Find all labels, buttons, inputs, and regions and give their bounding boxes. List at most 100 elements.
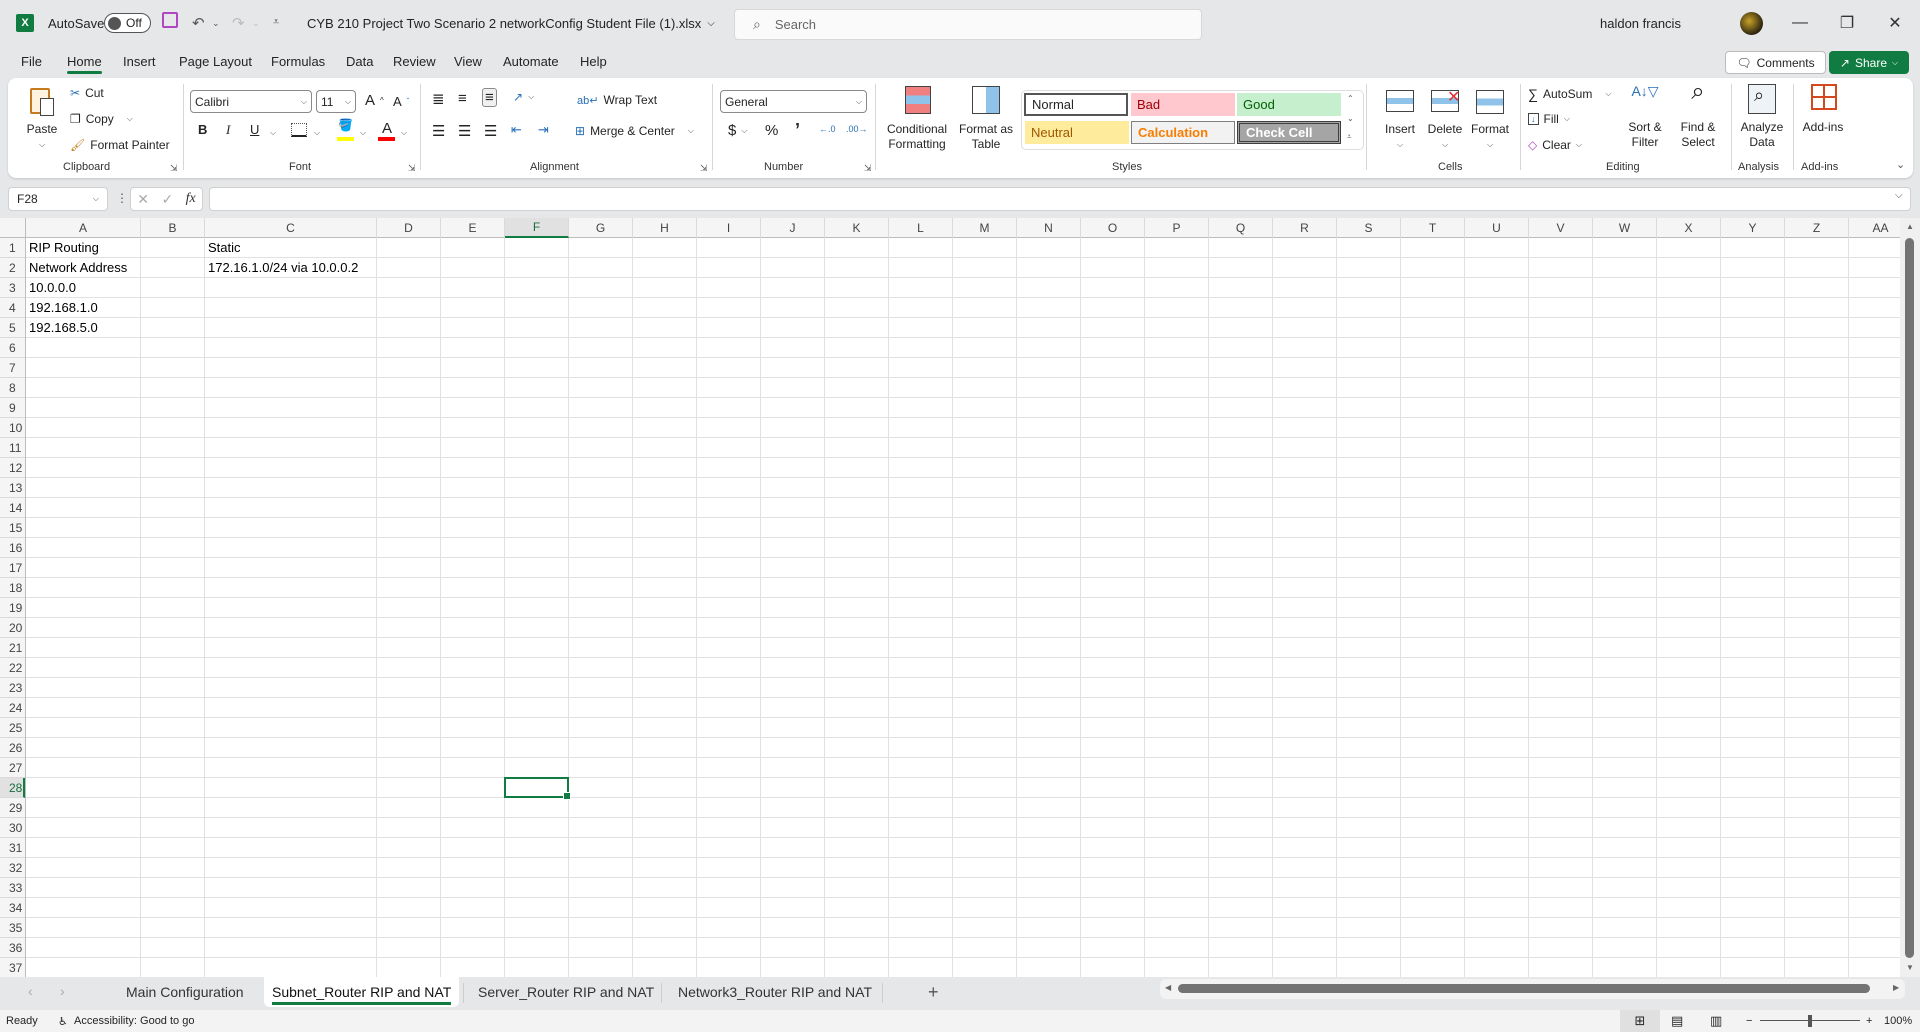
column-header-e[interactable]: E [441, 218, 505, 238]
row-header-7[interactable]: 7 [0, 358, 25, 378]
column-header-t[interactable]: T [1401, 218, 1465, 238]
zoom-out-button[interactable]: − [1746, 1015, 1752, 1027]
style-good[interactable]: Good [1237, 93, 1341, 116]
undo-icon[interactable]: ↶ [192, 14, 205, 32]
cell-a1[interactable]: RIP Routing [26, 238, 99, 258]
dialog-launcher-icon[interactable]: ⇲ [170, 163, 178, 174]
row-header-36[interactable]: 36 [0, 938, 25, 958]
decrease-font-size-button[interactable]: Aˇ [393, 94, 409, 109]
minimize-button[interactable]: — [1777, 0, 1823, 46]
row-header-19[interactable]: 19 [0, 598, 25, 618]
insert-cells-button[interactable]: Insert ⌵ [1378, 86, 1422, 152]
font-name-select[interactable]: Calibri ⌵ [190, 90, 312, 113]
row-header-31[interactable]: 31 [0, 838, 25, 858]
cell-c1[interactable]: Static [205, 238, 241, 258]
row-header-15[interactable]: 15 [0, 518, 25, 538]
font-color-button[interactable]: A [382, 120, 392, 137]
restore-button[interactable]: ❐ [1824, 0, 1870, 46]
middle-align-button[interactable]: ≡ [458, 90, 467, 107]
borders-dropdown-icon[interactable]: ⌵ [314, 128, 320, 138]
row-header-26[interactable]: 26 [0, 738, 25, 758]
tab-view[interactable]: View [454, 54, 482, 69]
align-right-button[interactable]: ☰ [484, 122, 497, 140]
row-header-2[interactable]: 2 [0, 258, 25, 278]
zoom-in-button[interactable]: + [1866, 1015, 1872, 1027]
column-header-g[interactable]: G [569, 218, 633, 238]
format-cells-button[interactable]: Format ⌵ [1468, 86, 1512, 152]
insert-function-icon[interactable]: fx [186, 191, 196, 207]
sheet-tab-server-router[interactable]: Server_Router RIP and NAT [470, 977, 662, 1007]
column-header-o[interactable]: O [1081, 218, 1145, 238]
clear-button[interactable]: ◇ Clear ⌵ [1528, 138, 1582, 152]
cell-a3[interactable]: 10.0.0.0 [26, 278, 76, 298]
column-header-aa[interactable]: AA [1849, 218, 1900, 238]
row-header-29[interactable]: 29 [0, 798, 25, 818]
tab-formulas[interactable]: Formulas [271, 54, 325, 69]
column-header-v[interactable]: V [1529, 218, 1593, 238]
page-break-view-icon[interactable]: ▥ [1710, 1013, 1722, 1029]
horizontal-scroll-thumb[interactable] [1178, 984, 1870, 993]
paste-button[interactable]: Paste ⌵ [26, 86, 58, 152]
cells-area[interactable]: RIP Routing Static Network Address 172.16.1… [26, 238, 1900, 977]
increase-font-size-button[interactable]: A ^ [365, 92, 384, 109]
row-header-20[interactable]: 20 [0, 618, 25, 638]
row-header-30[interactable]: 30 [0, 818, 25, 838]
fill-color-button[interactable]: 🪣 [338, 118, 353, 132]
cut-button[interactable]: ✂ Cut [70, 86, 104, 100]
horizontal-scrollbar[interactable]: ◀ ▶ [1160, 979, 1905, 999]
top-align-button[interactable]: ≣ [432, 90, 445, 108]
cancel-icon[interactable]: ✕ [137, 191, 149, 208]
column-header-y[interactable]: Y [1721, 218, 1785, 238]
avatar[interactable] [1740, 12, 1763, 35]
row-header-33[interactable]: 33 [0, 878, 25, 898]
row-header-23[interactable]: 23 [0, 678, 25, 698]
scroll-right-icon[interactable]: ▶ [1893, 983, 1899, 992]
style-neutral[interactable]: Neutral [1025, 121, 1129, 144]
tab-automate[interactable]: Automate [503, 54, 559, 69]
name-box[interactable]: F28 ⌵ [8, 187, 108, 211]
orientation-button[interactable]: ↗ ⌵ [513, 90, 534, 104]
format-as-table-button[interactable]: Format as Table [958, 86, 1014, 152]
tab-home[interactable]: Home [67, 54, 102, 74]
row-header-11[interactable]: 11 [0, 438, 25, 458]
fill-button[interactable]: ↓ Fill ⌵ [1528, 112, 1570, 126]
zoom-level[interactable]: 100% [1884, 1015, 1912, 1027]
cell-a5[interactable]: 192.168.5.0 [26, 318, 98, 338]
sort-filter-button[interactable]: A↓▽ Sort & Filter [1620, 84, 1670, 150]
decrease-indent-button[interactable]: ⇤ [511, 122, 522, 138]
accessibility-status[interactable]: Accessibility: Good to go [74, 1015, 194, 1027]
column-header-p[interactable]: P [1145, 218, 1209, 238]
comments-button[interactable]: 🗨 Comments [1725, 51, 1826, 74]
column-header-m[interactable]: M [953, 218, 1017, 238]
vertical-scroll-thumb[interactable] [1905, 238, 1914, 958]
tab-insert[interactable]: Insert [123, 54, 156, 69]
bold-button[interactable]: B [198, 122, 207, 137]
redo-icon[interactable]: ↷ [232, 14, 245, 32]
dialog-launcher-icon[interactable]: ⇲ [864, 163, 872, 174]
row-header-9[interactable]: 9 [0, 398, 25, 418]
prev-sheet-icon[interactable]: ‹ [28, 983, 33, 999]
tab-review[interactable]: Review [393, 54, 436, 69]
underline-button[interactable]: U [250, 122, 259, 137]
file-title[interactable]: CYB 210 Project Two Scenario 2 networkCo… [307, 0, 715, 46]
zoom-slider-thumb[interactable] [1808, 1015, 1812, 1027]
page-layout-view-icon[interactable]: ▤ [1671, 1013, 1683, 1029]
style-normal[interactable]: Normal [1024, 93, 1128, 116]
column-header-s[interactable]: S [1337, 218, 1401, 238]
italic-button[interactable]: I [226, 122, 230, 138]
row-header-27[interactable]: 27 [0, 758, 25, 778]
row-header-6[interactable]: 6 [0, 338, 25, 358]
column-header-r[interactable]: R [1273, 218, 1337, 238]
borders-icon[interactable] [291, 123, 307, 137]
formula-bar-options-icon[interactable]: ⋮ [116, 191, 128, 205]
delete-cells-button[interactable]: ✕ Delete ⌵ [1423, 86, 1467, 152]
conditional-formatting-button[interactable]: Conditional Formatting [885, 86, 949, 152]
formula-input[interactable] [209, 187, 1911, 211]
column-header-w[interactable]: W [1593, 218, 1657, 238]
wrap-text-button[interactable]: ab↵ Wrap Text [577, 93, 657, 107]
row-header-5[interactable]: 5 [0, 318, 25, 338]
row-header-12[interactable]: 12 [0, 458, 25, 478]
customize-qat-icon[interactable]: ⩡ [273, 16, 279, 29]
autosave-toggle[interactable]: Off [104, 13, 151, 33]
search-input[interactable]: ⌕ Search [734, 9, 1202, 40]
